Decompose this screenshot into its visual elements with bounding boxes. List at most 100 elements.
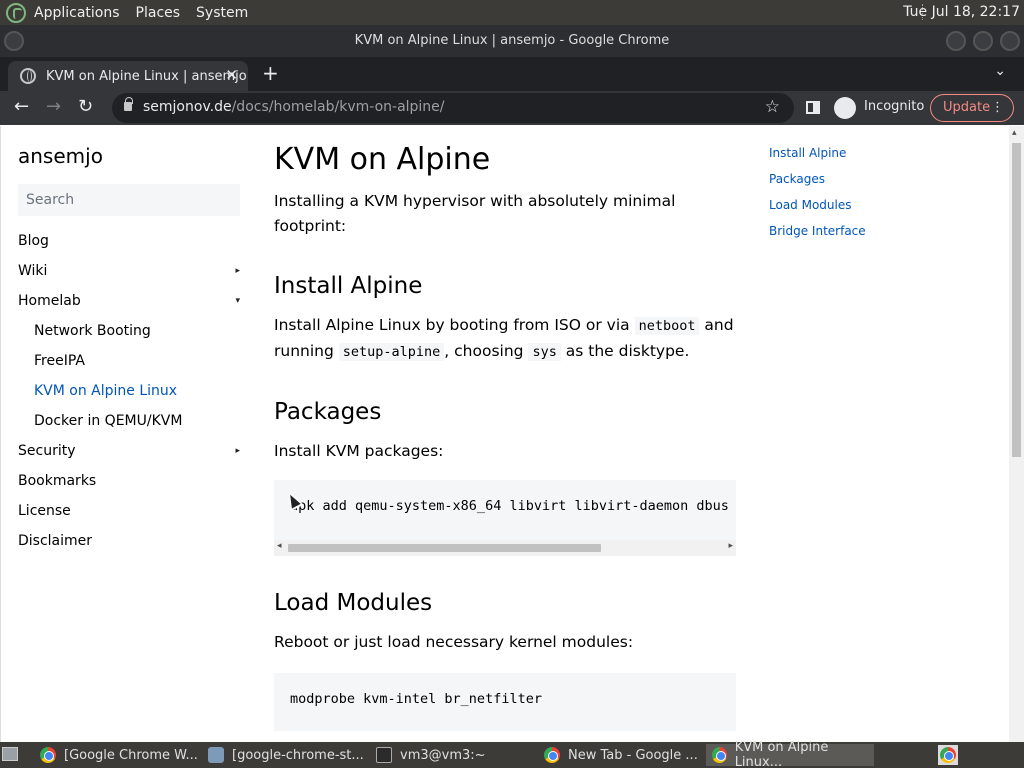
toc-link-install-alpine[interactable]: Install Alpine (769, 140, 866, 166)
tab-strip: KVM on Alpine Linux | ansemjo ✕ + ⌄ (0, 57, 1024, 91)
caret-down-icon[interactable]: ▾ (235, 286, 240, 316)
incognito-label[interactable]: Incognito (864, 99, 924, 114)
vertical-scrollbar[interactable]: ▴ (1009, 126, 1024, 742)
maximize-icon[interactable] (973, 31, 993, 51)
tab-close-icon[interactable]: ✕ (225, 66, 238, 84)
lock-icon[interactable] (124, 97, 133, 111)
install-paragraph: Install Alpine Linux by booting from ISO… (274, 313, 736, 365)
inline-code-setup-alpine: setup-alpine (338, 343, 445, 361)
panel-clock[interactable]: Tue Jul 18, 22:17 (903, 4, 1020, 20)
code-modules[interactable]: modprobe kvm-intel br_netfilter (290, 691, 542, 707)
article-content: KVM on Alpine Installing a KVM hyperviso… (274, 136, 736, 742)
reload-icon[interactable]: ↻ (78, 96, 93, 117)
inline-code-sys: sys (528, 343, 561, 361)
taskbar-item-chrome-w[interactable]: [Google Chrome W... (34, 744, 204, 766)
sidebar-item-docker-in-qemu[interactable]: Docker in QEMU/KVM (18, 406, 240, 436)
scrollbar-thumb[interactable] (288, 544, 601, 552)
bookmark-star-icon[interactable]: ☆ (765, 97, 780, 117)
text-span: Install Alpine Linux by booting from ISO… (274, 316, 635, 334)
workspace-switcher[interactable] (938, 745, 958, 765)
distro-logo-icon[interactable] (6, 2, 26, 23)
taskbar-item-terminal[interactable]: vm3@vm3:~ (370, 744, 492, 766)
code-block-packages[interactable]: apk add qemu-system-x86_64 libvirt libvi… (274, 480, 736, 556)
toc-link-bridge-interface[interactable]: Bridge Interface (769, 218, 866, 244)
caret-right-icon[interactable]: ▸ (235, 436, 240, 466)
new-tab-button[interactable]: + (262, 61, 279, 85)
desktop-top-panel: Applications Places System Tue Jul 18, 2… (0, 0, 1024, 25)
sidebar-item-license[interactable]: License (18, 496, 240, 526)
minimize-icon[interactable] (946, 31, 966, 51)
incognito-icon[interactable] (834, 97, 856, 119)
sidebar-item-wiki[interactable]: Wiki ▸ (18, 256, 240, 286)
terminal-icon (376, 747, 392, 763)
page-title: KVM on Alpine (274, 142, 491, 177)
sidebar-item-disclaimer[interactable]: Disclaimer (18, 526, 240, 556)
sidebar-item-network-booting[interactable]: Network Booting (18, 316, 240, 346)
tab-search-chevron-icon[interactable]: ⌄ (994, 63, 1006, 79)
more-menu-icon[interactable]: ⋮ (991, 95, 1004, 121)
url-text[interactable]: semjonov.de/docs/homelab/kvm-on-alpine/ (143, 99, 445, 115)
sidebar-item-bookmarks[interactable]: Bookmarks (18, 466, 240, 496)
code-packages[interactable]: apk add qemu-system-x86_64 libvirt libvi… (290, 498, 736, 514)
sidebar-item-label: License (18, 503, 71, 519)
url-path: /docs/homelab/kvm-on-alpine/ (231, 99, 445, 115)
globe-icon (20, 68, 36, 84)
sidebar-item-label: Wiki (18, 263, 48, 279)
taskbar-item-label: vm3@vm3:~ (400, 747, 486, 763)
toc-link-load-modules[interactable]: Load Modules (769, 192, 866, 218)
forward-arrow-icon[interactable]: → (46, 96, 61, 117)
back-arrow-icon[interactable]: ← (14, 96, 29, 117)
taskbar-item-label: [google-chrome-st... (232, 747, 364, 763)
tab-kvm-on-alpine[interactable]: KVM on Alpine Linux | ansemjo ✕ (8, 61, 248, 91)
close-window-icon[interactable] (1000, 31, 1020, 51)
desktop-taskbar: [Google Chrome W... [google-chrome-st...… (0, 740, 1024, 770)
window-menu-icon[interactable] (4, 31, 24, 51)
sidebar-item-kvm-on-alpine[interactable]: KVM on Alpine Linux (18, 376, 240, 406)
scroll-left-arrow-icon[interactable]: ◂ (277, 541, 282, 551)
chrome-icon (40, 747, 56, 763)
sidebar-item-label: Disclaimer (18, 533, 93, 549)
site-title[interactable]: ansemjo (18, 144, 103, 168)
menu-applications[interactable]: Applications (34, 5, 120, 21)
taskbar-item-kvm-on-alpine[interactable]: KVM on Alpine Linux... (706, 740, 874, 770)
chrome-icon (940, 747, 956, 763)
show-desktop-icon[interactable] (2, 747, 18, 761)
taskbar-item-new-tab[interactable]: New Tab - Google ... (538, 744, 704, 766)
side-panel-icon[interactable] (806, 101, 820, 114)
horizontal-scrollbar[interactable]: ◂ ▸ (274, 540, 736, 556)
sidebar-item-label: Network Booting (34, 323, 151, 339)
toc-link-packages[interactable]: Packages (769, 166, 866, 192)
modules-paragraph: Reboot or just load necessary kernel mod… (274, 633, 634, 651)
sidebar-item-homelab[interactable]: Homelab ▾ (18, 286, 240, 316)
heading-packages: Packages (274, 399, 382, 425)
inline-code-netboot: netboot (634, 317, 700, 335)
intro-paragraph: Installing a KVM hypervisor with absolut… (274, 192, 676, 235)
sidebar-item-label: Homelab (18, 293, 81, 309)
sidebar-item-label: Security (18, 443, 76, 459)
text-span: , choosing (444, 342, 529, 360)
taskbar-item-label: [Google Chrome W... (64, 747, 198, 763)
scroll-up-arrow-icon[interactable]: ▴ (1012, 128, 1017, 138)
sidebar-item-blog[interactable]: Blog (18, 226, 240, 256)
caret-right-icon[interactable]: ▸ (235, 256, 240, 286)
update-label: Update (943, 100, 991, 115)
window-titlebar[interactable]: KVM on Alpine Linux | ansemjo - Google C… (0, 25, 1024, 57)
table-of-contents: Install Alpine Packages Load Modules Bri… (769, 140, 866, 244)
code-block-modules[interactable]: modprobe kvm-intel br_netfilter (274, 673, 736, 731)
sidebar-item-label: Docker in QEMU/KVM (34, 413, 183, 429)
scrollbar-thumb[interactable] (1012, 143, 1021, 457)
menu-places[interactable]: Places (136, 5, 181, 21)
taskbar-item-chrome-st[interactable]: [google-chrome-st... (202, 744, 370, 766)
sidebar-item-security[interactable]: Security ▸ (18, 436, 240, 466)
sidebar-item-freeipa[interactable]: FreeIPA (18, 346, 240, 376)
heading-install-alpine: Install Alpine (274, 273, 423, 299)
menu-system[interactable]: System (196, 5, 248, 21)
url-host: semjonov.de (143, 99, 232, 115)
search-input[interactable]: Search (18, 184, 240, 216)
address-bar[interactable]: semjonov.de/docs/homelab/kvm-on-alpine/ … (112, 93, 794, 123)
scroll-right-arrow-icon[interactable]: ▸ (728, 541, 733, 551)
taskbar-item-label: New Tab - Google ... (568, 747, 698, 763)
update-button[interactable]: Update ⋮ (930, 94, 1014, 122)
heading-load-modules: Load Modules (274, 590, 433, 616)
sidebar-item-label: Blog (18, 233, 49, 249)
